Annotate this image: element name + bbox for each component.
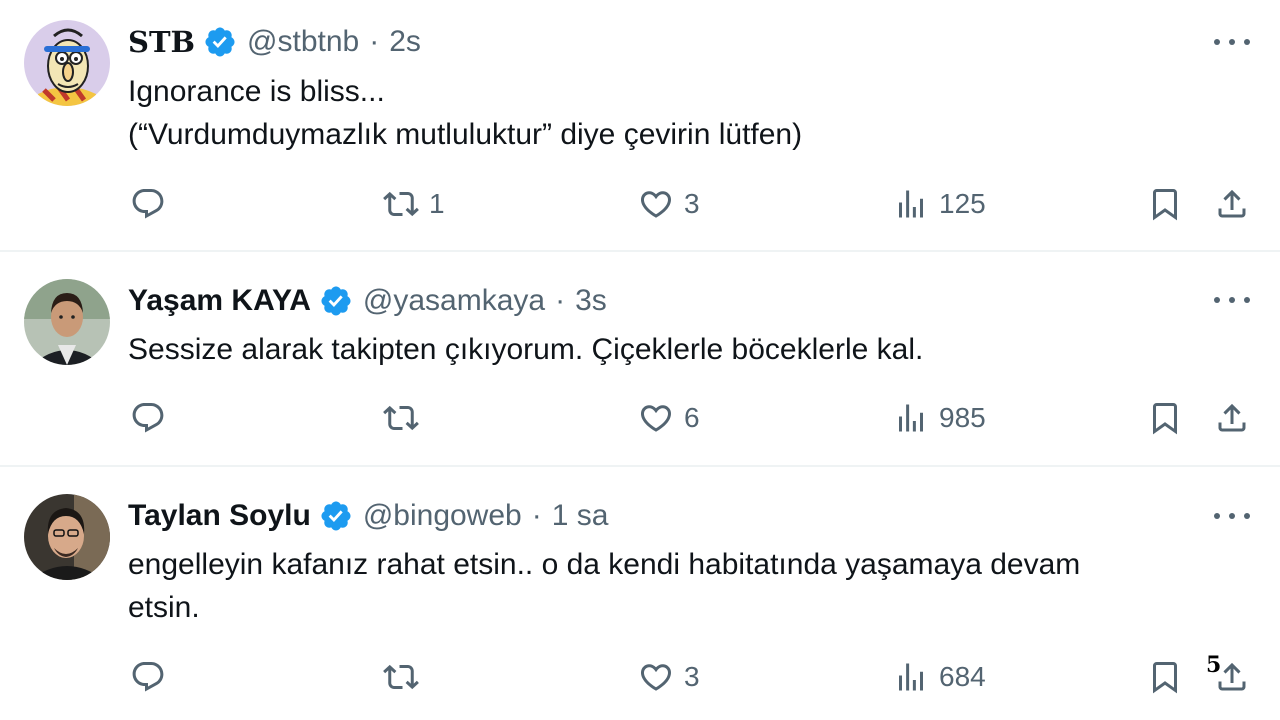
bookmark-button[interactable] <box>1147 184 1183 224</box>
user-handle[interactable]: @yasamkaya <box>363 284 545 318</box>
reply-icon <box>130 659 166 695</box>
tweet-text: Ignorance is bliss... (“Vurdumduymazlık … <box>128 70 1238 156</box>
bookmark-icon <box>1147 186 1183 222</box>
tweet-text-line: Sessize alarak takipten çıkıyorum. Çiçek… <box>128 333 924 366</box>
reply-button[interactable] <box>130 184 176 224</box>
page-number: 5 <box>1206 652 1222 678</box>
retweet-icon <box>383 186 419 222</box>
share-icon <box>1214 186 1250 222</box>
bookmark-icon <box>1147 659 1183 695</box>
user-handle[interactable]: @bingoweb <box>363 499 522 533</box>
views-icon <box>893 186 929 222</box>
views-button[interactable]: 684 <box>893 657 986 697</box>
reply-icon <box>130 186 166 222</box>
tweet-text-line: Ignorance is bliss... <box>128 75 385 108</box>
reply-icon <box>130 400 166 436</box>
tweet-header: Taylan Soylu @bingoweb · 1 sa <box>128 496 608 536</box>
like-icon <box>638 659 674 695</box>
like-count: 3 <box>684 188 700 219</box>
avatar[interactable] <box>24 494 110 580</box>
more-icon[interactable] <box>1214 30 1250 54</box>
tweet-actions: 3 684 <box>0 657 1280 697</box>
tweet-text: engelleyin kafanız rahat etsin.. o da ke… <box>128 543 1238 629</box>
view-count: 125 <box>939 188 986 219</box>
more-icon[interactable] <box>1214 288 1250 312</box>
reply-button[interactable] <box>130 398 176 438</box>
tweet[interactable]: STB @stbtnb · 2s Ignorance is bliss... (… <box>0 0 1280 250</box>
bookmark-icon <box>1147 400 1183 436</box>
retweet-icon <box>383 400 419 436</box>
like-button[interactable]: 3 <box>638 184 700 224</box>
tweet-text-line: engelleyin kafanız rahat etsin.. o da ke… <box>128 548 1081 581</box>
share-icon <box>1214 400 1250 436</box>
photo-avatar-image <box>24 279 110 365</box>
verified-icon <box>319 284 353 318</box>
view-count: 985 <box>939 402 986 433</box>
user-handle[interactable]: @stbtnb <box>247 25 359 59</box>
avatar[interactable] <box>24 20 110 106</box>
avatar[interactable] <box>24 279 110 365</box>
verified-icon <box>319 499 353 533</box>
retweet-count: 1 <box>429 188 445 219</box>
tweet-header: Yaşam KAYA @yasamkaya · 3s <box>128 281 607 321</box>
more-icon[interactable] <box>1214 504 1250 528</box>
display-name[interactable]: Taylan Soylu <box>128 499 311 533</box>
like-icon <box>638 186 674 222</box>
bookmark-button[interactable] <box>1147 657 1183 697</box>
tweet[interactable]: Yaşam KAYA @yasamkaya · 3s Sessize alara… <box>0 252 1280 465</box>
views-button[interactable]: 125 <box>893 184 986 224</box>
bookmark-button[interactable] <box>1147 398 1183 438</box>
like-icon <box>638 400 674 436</box>
share-button[interactable] <box>1214 398 1250 438</box>
like-button[interactable]: 3 <box>638 657 700 697</box>
retweet-button[interactable] <box>383 398 429 438</box>
timestamp[interactable]: 2s <box>389 25 421 59</box>
tweet-text-line: etsin. <box>128 591 200 624</box>
tweet-text: Sessize alarak takipten çıkıyorum. Çiçek… <box>128 328 1238 371</box>
timestamp[interactable]: 3s <box>575 284 607 318</box>
like-count: 6 <box>684 402 700 433</box>
views-icon <box>893 400 929 436</box>
reply-button[interactable] <box>130 657 176 697</box>
tweet-text-line: (“Vurdumduymazlık mutluluktur” diye çevi… <box>128 118 803 151</box>
tweet-actions: 6 985 <box>0 398 1280 438</box>
timestamp[interactable]: 1 sa <box>552 499 609 533</box>
retweet-button[interactable] <box>383 657 429 697</box>
verified-icon <box>203 25 237 59</box>
like-button[interactable]: 6 <box>638 398 700 438</box>
share-button[interactable] <box>1214 184 1250 224</box>
photo-avatar-image <box>24 494 110 580</box>
retweet-button[interactable]: 1 <box>383 184 445 224</box>
retweet-icon <box>383 659 419 695</box>
views-button[interactable]: 985 <box>893 398 986 438</box>
separator: · <box>369 25 380 58</box>
view-count: 684 <box>939 661 986 692</box>
separator: · <box>531 499 542 532</box>
like-count: 3 <box>684 661 700 692</box>
tweet-header: STB @stbtnb · 2s <box>128 22 421 62</box>
cartoon-avatar-image <box>24 20 110 106</box>
display-name[interactable]: STB <box>128 25 195 59</box>
display-name[interactable]: Yaşam KAYA <box>128 284 311 318</box>
tweet[interactable]: Taylan Soylu @bingoweb · 1 sa engelleyin… <box>0 467 1280 720</box>
views-icon <box>893 659 929 695</box>
tweet-actions: 1 3 125 <box>0 184 1280 224</box>
separator: · <box>555 284 566 317</box>
